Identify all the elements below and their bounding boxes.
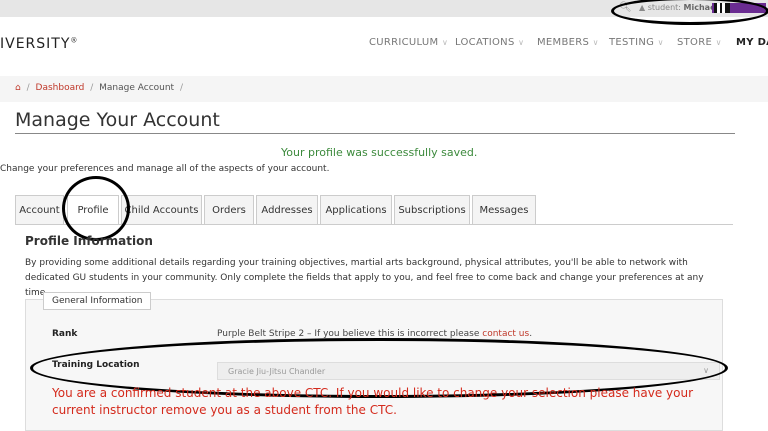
breadcrumb: ⌂ / Dashboard / Manage Account /: [0, 76, 768, 102]
nav-store[interactable]: STORE ∨: [677, 37, 722, 48]
success-message: Your profile was successfully saved.: [281, 146, 478, 159]
chevron-down-icon: ∨: [715, 38, 722, 47]
tab-child-accounts[interactable]: Child Accounts: [121, 195, 202, 225]
page-subtitle: Change your preferences and manage all o…: [0, 164, 330, 174]
nav-testing[interactable]: TESTING ∨: [609, 37, 664, 48]
nav-locations[interactable]: LOCATIONS ∨: [455, 37, 524, 48]
tab-messages[interactable]: Messages: [472, 195, 536, 225]
title-divider: [15, 133, 735, 134]
contact-us-link[interactable]: contact us: [482, 329, 529, 339]
home-icon[interactable]: ⌂: [15, 83, 21, 93]
nav-members[interactable]: MEMBERS ∨: [537, 37, 599, 48]
rank-label: Rank: [52, 329, 78, 339]
fieldset-legend: General Information: [43, 292, 152, 310]
chevron-down-icon: ∨: [441, 38, 449, 47]
tab-orders[interactable]: Orders: [204, 195, 254, 225]
ctc-warning: You are a confirmed student at the above…: [52, 386, 694, 417]
annotation-circle-user: [611, 0, 768, 25]
chevron-down-icon: ∨: [518, 38, 525, 47]
tab-subscriptions[interactable]: Subscriptions: [394, 195, 470, 225]
chevron-down-icon: ∨: [657, 38, 664, 47]
tab-account[interactable]: Account: [15, 195, 64, 225]
breadcrumb-dashboard[interactable]: Dashboard: [36, 83, 85, 93]
tab-applications[interactable]: Applications: [320, 195, 392, 225]
chevron-down-icon: ∨: [592, 38, 599, 47]
profile-heading: Profile Information: [25, 234, 153, 248]
page-title: Manage Your Account: [15, 109, 220, 131]
logo[interactable]: IVERSITY®: [0, 36, 78, 52]
breadcrumb-current: Manage Account: [99, 83, 175, 93]
annotation-circle-profile: [62, 176, 130, 241]
nav-curriculum[interactable]: CURRICULUM ∨: [369, 37, 448, 48]
nav-my-dashboard[interactable]: MY DAS: [736, 37, 768, 48]
tab-addresses[interactable]: Addresses: [256, 195, 318, 225]
